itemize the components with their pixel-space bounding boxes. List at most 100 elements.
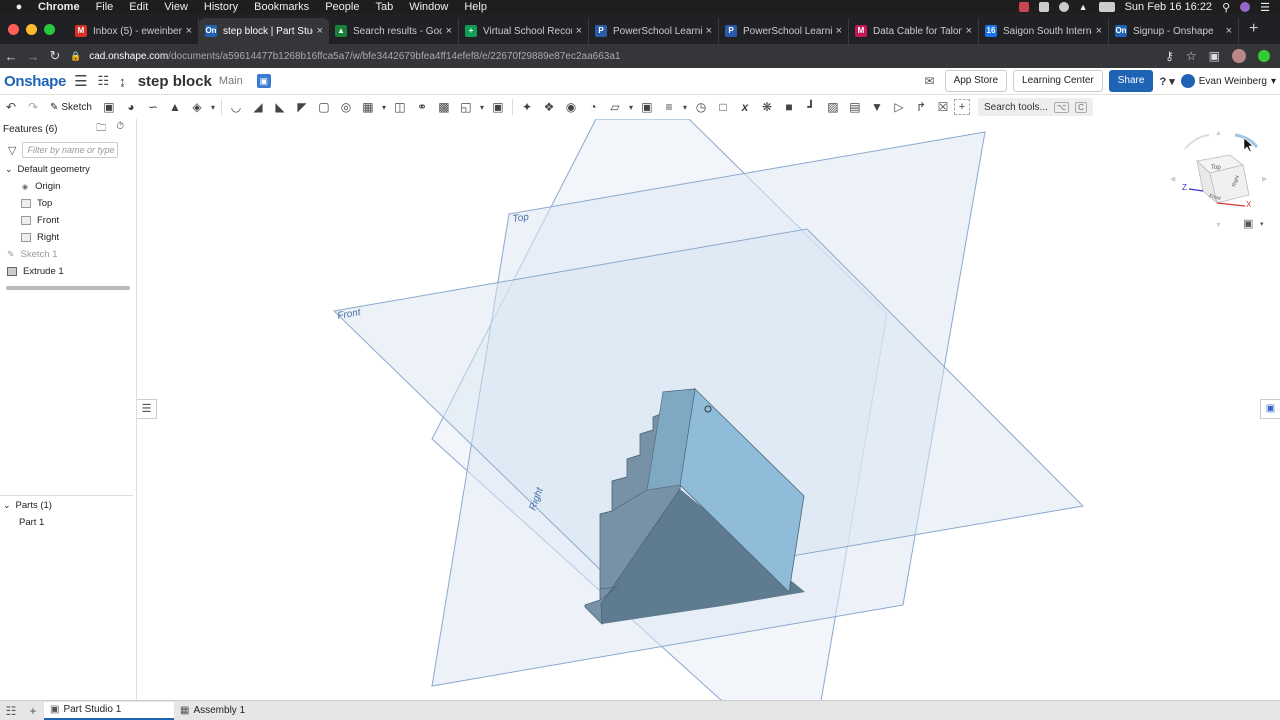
view-cube[interactable]: Top Front Right X Z ▲ ▼ ◀ ▶ ▣ ▾ [1170,130,1268,230]
forward-icon[interactable]: → [22,49,44,64]
chamfer-icon[interactable]: ◢ [247,96,269,118]
close-tab-icon[interactable]: × [706,25,712,37]
frame-icon[interactable]: ┛ [800,96,822,118]
surface-icon[interactable]: ▼ [866,96,888,118]
close-window-button[interactable] [8,23,19,35]
tab-manager-icon[interactable]: ☷ [0,704,22,718]
dropdown-icon[interactable]: ▾ [208,96,218,118]
configuration-icon[interactable]: ↨ [119,74,126,89]
variable-icon[interactable]: x [734,96,756,118]
menu-tab[interactable]: Tab [375,1,393,13]
feature-right-plane[interactable]: Right [0,229,136,246]
feature-top-plane[interactable]: Top [0,195,136,212]
rib-icon[interactable]: ◤ [291,96,313,118]
bookmark-star-icon[interactable]: ☆ [1186,49,1197,63]
undo-icon[interactable]: ↶ [0,96,22,118]
dropdown-icon[interactable]: ▾ [626,96,636,118]
menu-people[interactable]: People [325,1,359,13]
app-store-button[interactable]: App Store [944,70,1008,92]
dropdown-icon[interactable]: ▾ [477,96,487,118]
mate-connector-icon[interactable]: ▣ [636,96,658,118]
measure-icon[interactable]: ◷ [690,96,712,118]
extension-icon[interactable]: ▣ [1209,49,1220,63]
thicken-icon[interactable]: ◈ [186,96,208,118]
browser-tab[interactable]: P PowerSchool Learning × [589,18,719,44]
feature-list-toggle-icon[interactable]: ☰ [137,399,157,419]
menu-window[interactable]: Window [409,1,448,13]
fillet-icon[interactable]: ◡ [225,96,247,118]
close-tab-icon[interactable]: × [836,25,842,37]
browser-tab[interactable]: 16 Saigon South Internatio × [979,18,1109,44]
close-tab-icon[interactable]: × [446,25,452,37]
graphics-viewport[interactable]: Top Front Right Top Front Right X Z ▲ ▼ … [137,119,1280,701]
close-tab-icon[interactable]: × [1096,25,1102,37]
rotate-right-arrow-icon[interactable]: ▶ [1262,176,1268,183]
close-tab-icon[interactable]: × [966,25,972,37]
browser-tab[interactable]: On step block | Part Studio × [199,18,329,44]
hole-icon[interactable]: ◎ [335,96,357,118]
browser-tab[interactable]: M Data Cable for Talon Sli × [849,18,979,44]
weldment-icon[interactable]: ▨ [822,96,844,118]
custom-feature-icon[interactable]: ☒ [932,96,954,118]
search-tools-button[interactable]: Search tools... ⌥ C [977,98,1093,116]
offset-surface-icon[interactable]: ◔ [582,96,604,118]
menu-file[interactable]: File [96,1,114,13]
revolve-icon[interactable]: ◕ [120,96,142,118]
dropbox-icon[interactable] [1058,2,1069,12]
learning-center-button[interactable]: Learning Center [1013,70,1103,92]
browser-tab[interactable]: M Inbox (5) - eweinberg@ × [69,18,199,44]
parts-group[interactable]: ⌄ Parts (1) [0,497,133,514]
insert-new-tab-icon[interactable]: + [22,704,44,718]
section-view-icon[interactable]: ■ [778,96,800,118]
menu-bookmarks[interactable]: Bookmarks [254,1,309,13]
redo-icon[interactable]: ↷ [22,96,44,118]
close-tab-icon[interactable]: × [1226,25,1232,37]
shell-icon[interactable]: ▢ [313,96,335,118]
profile-avatar[interactable] [1232,49,1246,63]
dropdown-icon[interactable]: ▾ [379,96,389,118]
close-tab-icon[interactable]: × [186,25,192,37]
appearance-icon[interactable]: ❋ [756,96,778,118]
sheet-metal-icon[interactable]: □ [712,96,734,118]
view-options-icon[interactable]: ▣ [1243,218,1253,230]
minimize-window-button[interactable] [26,23,37,35]
mirror-icon[interactable]: ◫ [389,96,411,118]
replace-face-icon[interactable]: ◉ [560,96,582,118]
menu-chrome[interactable]: Chrome [38,1,80,13]
document-name[interactable]: step block [138,73,212,90]
filter-input[interactable]: Filter by name or type [22,142,119,158]
draft-icon[interactable]: ◣ [269,96,291,118]
feature-sketch1[interactable]: ✎ Sketch 1 [0,246,136,263]
chevron-down-icon[interactable]: ⌄ [5,164,13,175]
rotate-down-arrow-icon[interactable]: ▼ [1215,222,1222,229]
extension-green-icon[interactable] [1258,50,1270,62]
dropdown-icon[interactable]: ▾ [680,96,690,118]
transform-icon[interactable]: ◱ [455,96,477,118]
status-icon[interactable] [1018,2,1029,12]
cut-list-icon[interactable]: ▤ [844,96,866,118]
viewport-canvas[interactable]: Top Front Right Top Front Right X Z ▲ ▼ … [137,119,1280,701]
rollback-bar[interactable] [6,286,130,290]
linked-document-icon[interactable]: ▣ [256,74,271,88]
clock[interactable]: Sun Feb 16 16:22 [1125,1,1212,13]
extrude-icon[interactable]: ▣ [98,96,120,118]
move-face-icon[interactable]: ❖ [538,96,560,118]
feature-list-icon[interactable]: ☷ [98,73,110,89]
share-button[interactable]: Share [1108,70,1154,92]
split-icon[interactable]: ▩ [433,96,455,118]
rollback-timer-icon[interactable]: ⏱ [116,121,124,138]
delete-part-icon[interactable]: ▣ [487,96,509,118]
chevron-down-icon[interactable]: ⌄ [3,500,11,511]
tab-assembly-1[interactable]: ▦ Assembly 1 [174,702,304,720]
add-custom-feature-icon[interactable]: + [953,99,970,115]
user-menu[interactable]: Evan Weinberg ▾ [1180,74,1276,88]
hamburger-menu-icon[interactable]: ☰ [74,72,87,90]
url-field[interactable]: cad.onshape.com/documents/a59614477b1268… [89,51,1165,62]
onshape-logo[interactable]: Onshape [4,73,66,90]
zoom-window-button[interactable] [44,23,55,35]
menu-edit[interactable]: Edit [129,1,148,13]
pattern-icon[interactable]: ▦ [357,96,379,118]
tab-part-studio-1[interactable]: ▣ Part Studio 1 [44,701,174,720]
new-tab-button[interactable]: + [1249,20,1258,38]
key-icon[interactable]: ⚷ [1165,49,1174,63]
